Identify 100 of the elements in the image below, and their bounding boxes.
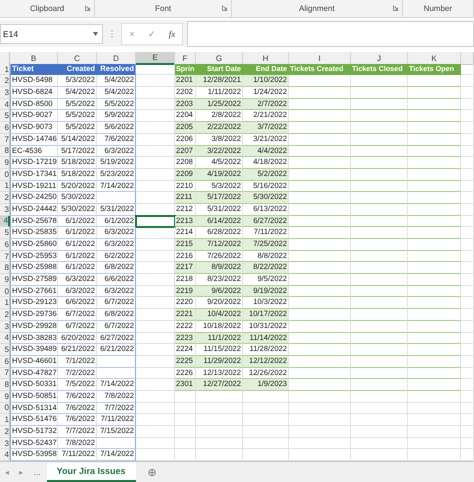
empty-cell [351,309,408,321]
row-header[interactable]: 1 [0,414,10,426]
column-header[interactable]: E [136,52,175,65]
empty-cell [289,204,351,216]
new-sheet-button[interactable]: ⊕ [148,466,157,479]
empty-cell [408,286,461,298]
row-header[interactable]: 7 [0,134,10,146]
empty-cell [351,239,408,251]
row-header[interactable]: 2 [0,309,10,321]
row-header[interactable]: 6 [0,239,10,251]
column-header[interactable]: F [175,52,196,65]
column-header[interactable]: H [243,52,289,65]
insert-function-button[interactable]: fx [162,28,182,38]
empty-cell [351,332,408,344]
empty-cell [351,438,408,450]
row-header[interactable]: 2 [0,426,10,438]
empty-cell [289,344,351,356]
empty-cell [196,390,243,403]
row-header[interactable]: 8 [0,262,10,274]
row-header[interactable]: 4 [0,216,10,228]
row-header[interactable]: 6 [0,356,10,368]
row-header[interactable]: 3 [0,438,10,450]
row-header[interactable]: 3 [0,320,10,332]
empty-cell [136,426,175,438]
empty-cell [351,250,408,262]
empty-cell [136,227,175,239]
row-header[interactable]: 6 [0,122,10,134]
empty-cell [461,332,474,344]
row-header[interactable]: 0 [0,168,10,181]
dialog-launcher-icon[interactable] [222,5,228,11]
empty-cell [461,390,474,403]
row-header[interactable]: 7 [0,250,10,262]
empty-cell [351,320,408,332]
empty-cell [351,227,408,239]
row-header[interactable]: 1 [0,297,10,310]
row-header[interactable]: 1 [0,180,10,192]
dialog-launcher-icon[interactable] [392,5,399,11]
empty-cell [289,157,351,169]
column-header[interactable]: C [58,52,97,65]
empty-cell [97,438,136,450]
empty-cell [351,134,408,146]
dialog-launcher-icon[interactable] [85,5,92,11]
empty-cell [461,344,474,356]
empty-cell [175,426,196,438]
row-header[interactable]: 4 [0,98,10,110]
empty-cell [136,438,175,450]
empty-cell [461,414,474,426]
empty-cell [351,402,408,414]
formula-input[interactable] [187,20,474,46]
empty-cell [408,332,461,344]
empty-cell [461,216,474,228]
row-header[interactable]: 2 [0,192,10,204]
empty-cell [461,274,474,286]
empty-cell [136,110,175,122]
empty-cell [461,239,474,251]
row-header[interactable]: 9 [0,390,10,403]
empty-cell [351,356,408,368]
empty-cell [408,134,461,146]
empty-cell [408,309,461,321]
empty-cell [351,414,408,426]
row-header[interactable]: 5 [0,227,10,239]
row-header[interactable]: 1 [0,64,10,76]
name-box[interactable]: E14 [0,24,103,44]
more-sheets-button[interactable]: ... [28,468,47,477]
row-header[interactable]: 4 [0,332,10,344]
row-header[interactable]: 0 [0,402,10,414]
empty-cell [351,274,408,286]
row-header[interactable]: 8 [0,379,10,391]
row-header[interactable]: 4 [0,449,10,462]
empty-cell [136,344,175,356]
empty-cell [136,320,175,332]
column-header[interactable]: D [97,52,136,65]
empty-cell [351,75,408,88]
row-header[interactable]: 8 [0,146,10,158]
empty-cell [461,286,474,298]
row-header[interactable]: 5 [0,344,10,356]
sheet-tab[interactable]: Your Jira Issues [46,462,136,482]
row-header[interactable]: 2 [0,75,10,88]
column-header[interactable]: J [351,52,408,65]
column-header[interactable]: K [408,52,461,65]
empty-cell [289,438,351,450]
row-header[interactable]: 3 [0,87,10,99]
empty-cell [461,122,474,134]
empty-cell [196,414,243,426]
column-header[interactable]: G [196,52,243,65]
empty-cell [97,356,136,368]
column-header[interactable]: I [289,52,351,65]
empty-cell [351,122,408,134]
row-header[interactable]: 3 [0,204,10,216]
row-header[interactable]: 9 [0,274,10,286]
row-header[interactable]: 5 [0,110,10,122]
empty-cell [408,122,461,134]
empty-cell [461,168,474,181]
row-header[interactable]: 9 [0,157,10,169]
column-header[interactable]: B [10,52,58,65]
empty-cell [408,414,461,426]
empty-cell [408,320,461,332]
row-header[interactable]: 7 [0,368,10,380]
empty-cell [408,87,461,99]
row-header[interactable]: 0 [0,286,10,298]
